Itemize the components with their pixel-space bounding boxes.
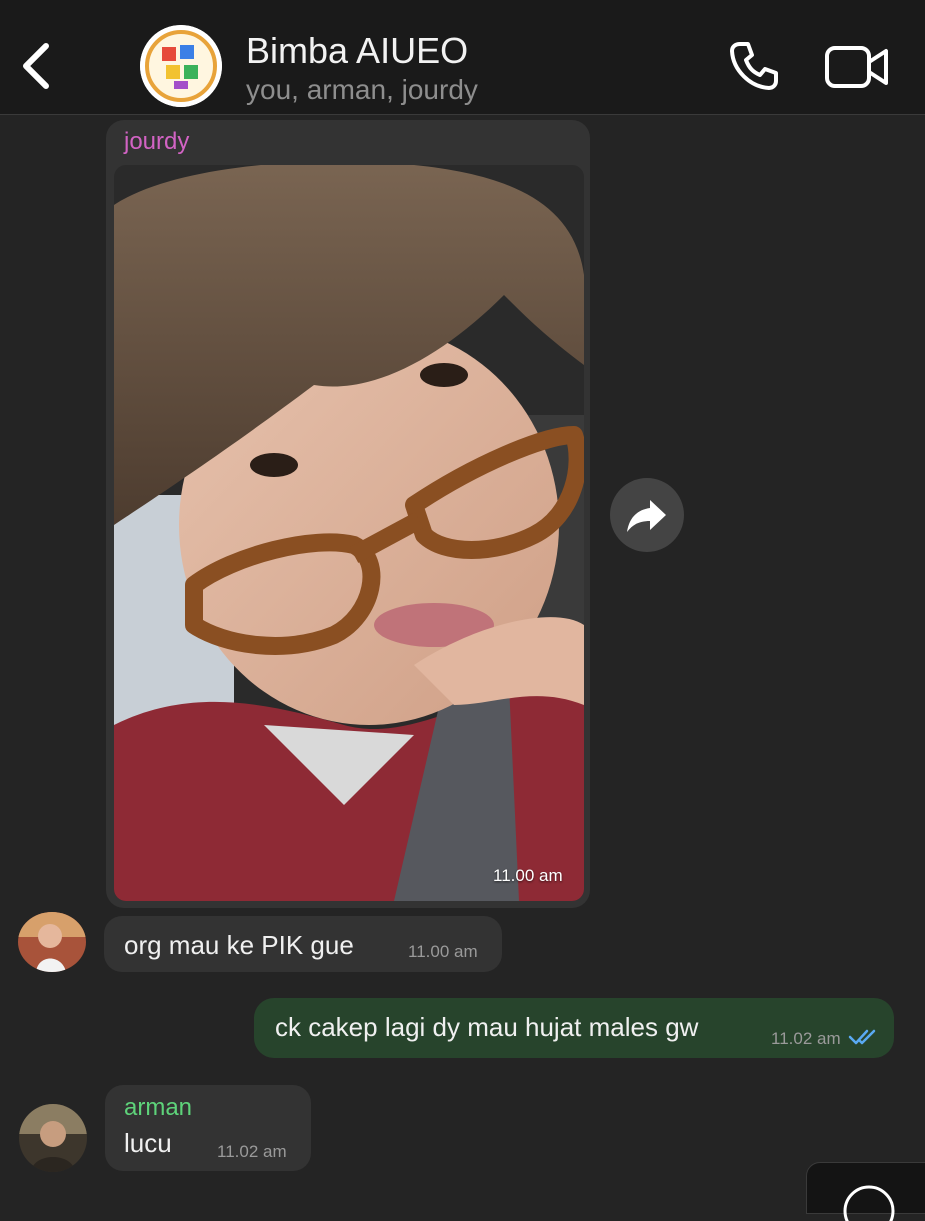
message-time: 11.02 am (771, 1029, 841, 1048)
avatar[interactable] (18, 912, 86, 972)
forward-arrow-icon (627, 500, 666, 532)
video-camera-icon (825, 46, 888, 88)
voice-call-button[interactable] (726, 38, 782, 94)
shared-photo[interactable] (114, 165, 584, 901)
sender-name: arman (124, 1094, 193, 1121)
group-title[interactable]: Bimba AIUEO (246, 30, 468, 72)
phone-icon (730, 42, 778, 90)
message-time: 11.02 am (217, 1142, 287, 1161)
message-time: 11.00 am (408, 942, 478, 961)
sender-name: jourdy (124, 128, 190, 155)
chat-header: Bimba AIUEO you, arman, jourdy (0, 0, 925, 115)
back-button[interactable] (14, 36, 58, 96)
message-text: org mau ke PIK gue (124, 930, 354, 960)
chat-icon (843, 1185, 895, 1221)
chevron-left-icon (23, 43, 49, 89)
double-check-icon (848, 1029, 876, 1045)
message-text: lucu (124, 1128, 172, 1158)
group-logo-image (140, 25, 222, 107)
group-members: you, arman, jourdy (246, 74, 478, 105)
scroll-down-button[interactable] (806, 1162, 925, 1221)
forward-button[interactable] (610, 478, 684, 552)
message-time: 11.00 am (493, 866, 563, 885)
group-avatar[interactable] (140, 25, 222, 107)
video-call-button[interactable] (824, 42, 890, 92)
avatar[interactable] (19, 1104, 87, 1172)
avatar-image (18, 912, 86, 972)
photo-image (114, 165, 584, 901)
message-text: ck cakep lagi dy mau hujat males gw (275, 1012, 699, 1042)
avatar-image (19, 1104, 87, 1172)
